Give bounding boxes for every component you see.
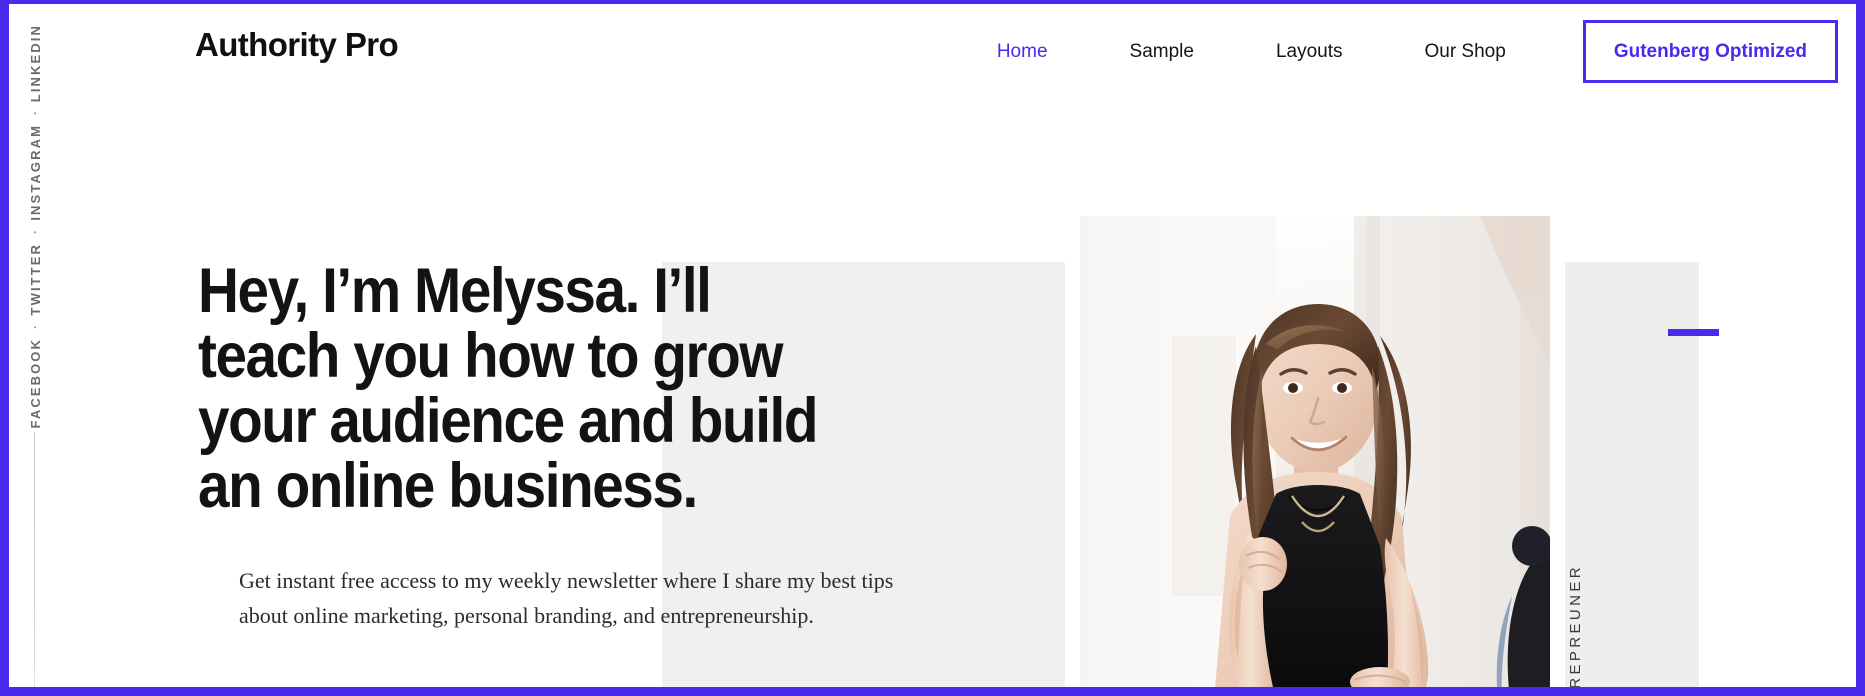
headline-line-2: teach you how to grow: [198, 321, 783, 391]
social-separator: ·: [28, 230, 42, 235]
hero-portrait-frame: [1080, 216, 1550, 687]
headline-line-4: an online business.: [198, 451, 698, 521]
social-link-instagram[interactable]: INSTAGRAM: [28, 124, 43, 221]
hero-subcopy: Get instant free access to my weekly new…: [239, 568, 894, 628]
hero-headline: Hey, I’m Melyssa. I’ll teach you how to …: [198, 259, 898, 519]
social-link-facebook[interactable]: FACEBOOK: [28, 338, 43, 428]
headline-line-1: Hey, I’m Melyssa. I’ll: [198, 256, 712, 326]
hero-portrait-image: [1080, 216, 1550, 687]
accent-bar: [1668, 329, 1719, 336]
nav-item-home[interactable]: Home: [956, 20, 1089, 83]
social-rail: FACEBOOK · TWITTER · INSTAGRAM · LINKEDI…: [9, 4, 61, 687]
headline-line-3: your audience and build: [198, 386, 818, 456]
site-logo[interactable]: Authority Pro: [195, 26, 399, 64]
hero-vertical-label: NTREPREUNER: [1567, 564, 1584, 696]
hero-portrait-card: [1065, 201, 1565, 687]
site-header: Authority Pro Home Sample Layouts Our Sh…: [9, 4, 1856, 104]
nav-item-layouts[interactable]: Layouts: [1235, 20, 1384, 83]
social-link-stack: FACEBOOK · TWITTER · INSTAGRAM · LINKEDI…: [9, 8, 61, 428]
social-link-linkedin[interactable]: LINKEDIN: [28, 24, 43, 102]
social-link-twitter[interactable]: TWITTER: [28, 243, 43, 315]
hero-section: NTREPREUNER Hey, I’m Melyssa. I’ll teach…: [9, 4, 1856, 687]
page-root: FACEBOOK · TWITTER · INSTAGRAM · LINKEDI…: [0, 0, 1865, 696]
nav-item-sample[interactable]: Sample: [1089, 20, 1235, 83]
social-separator: ·: [28, 111, 42, 116]
primary-navigation: Home Sample Layouts Our Shop Gutenberg O…: [956, 20, 1838, 83]
social-separator: ·: [28, 324, 42, 329]
gutenberg-optimized-button[interactable]: Gutenberg Optimized: [1582, 20, 1838, 83]
hero-copy-block: Hey, I’m Melyssa. I’ll teach you how to …: [198, 259, 898, 633]
nav-item-our-shop[interactable]: Our Shop: [1383, 20, 1546, 83]
social-rail-divider-line: [34, 432, 35, 687]
